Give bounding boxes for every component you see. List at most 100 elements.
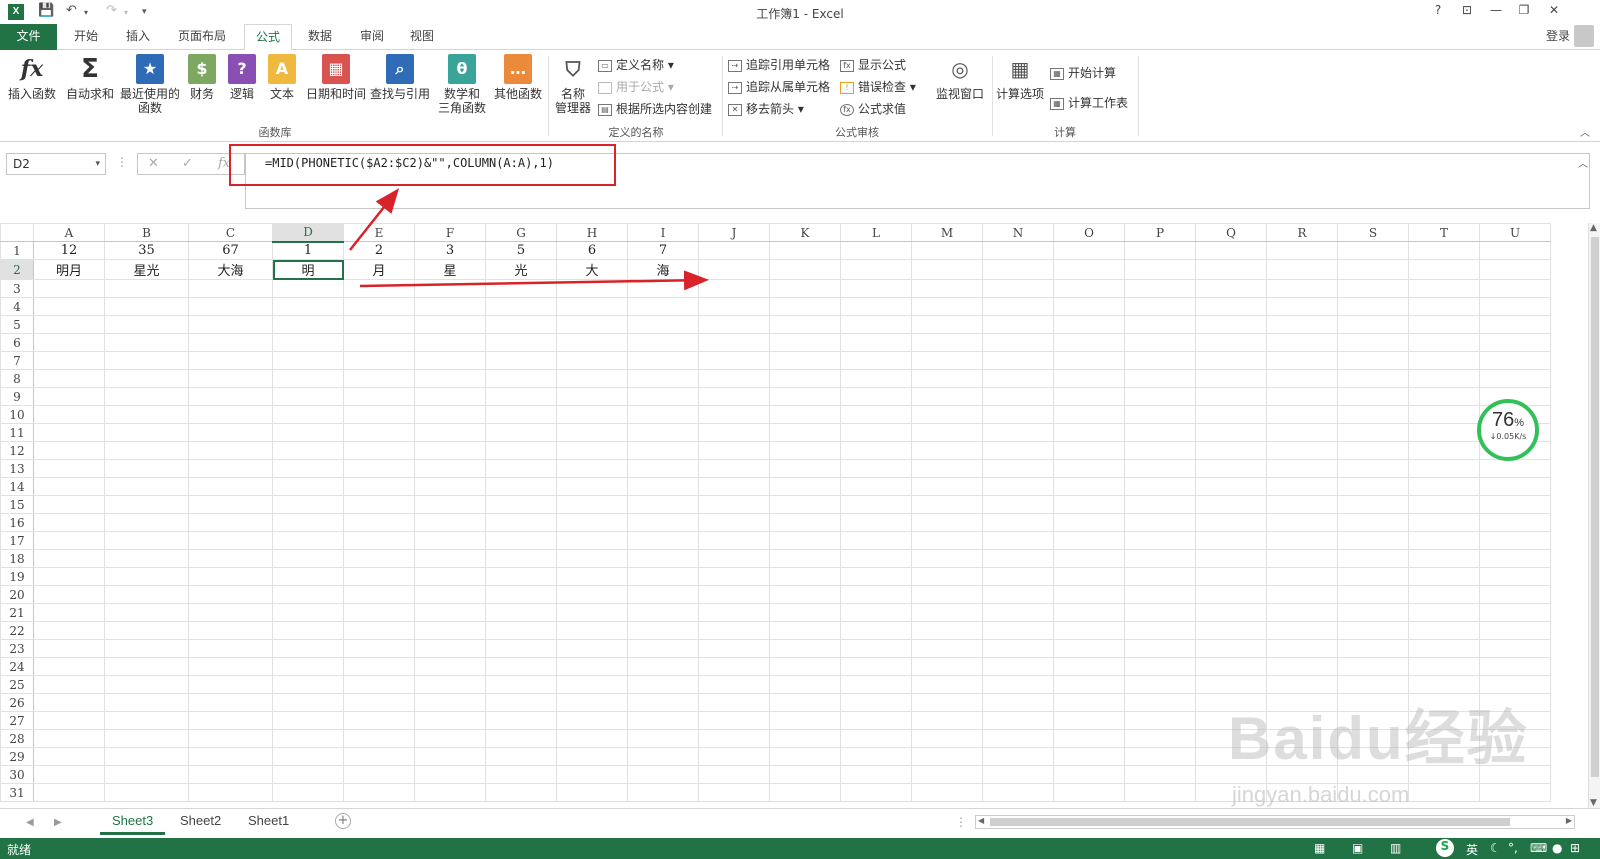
cell-M10[interactable] [911, 405, 983, 424]
maximize-button[interactable]: ❐ [1512, 3, 1536, 17]
cell-M19[interactable] [911, 567, 983, 586]
cell-A1[interactable]: 12 [33, 241, 105, 260]
cell-A19[interactable] [33, 567, 105, 586]
cell-Q2[interactable] [1195, 259, 1267, 280]
cell-S22[interactable] [1337, 621, 1409, 640]
cell-J13[interactable] [698, 459, 770, 478]
cell-J28[interactable] [698, 729, 770, 748]
cell-D14[interactable] [272, 477, 344, 496]
cell-F8[interactable] [414, 369, 486, 388]
cell-P24[interactable] [1124, 657, 1196, 676]
cell-B28[interactable] [104, 729, 189, 748]
cell-Q8[interactable] [1195, 369, 1267, 388]
cell-H8[interactable] [556, 369, 628, 388]
cell-D12[interactable] [272, 441, 344, 460]
cell-A30[interactable] [33, 765, 105, 784]
row-header[interactable]: 20 [0, 585, 34, 604]
cell-M12[interactable] [911, 441, 983, 460]
cell-S13[interactable] [1337, 459, 1409, 478]
cell-I20[interactable] [627, 585, 699, 604]
cell-D29[interactable] [272, 747, 344, 766]
cell-O20[interactable] [1053, 585, 1125, 604]
cell-P16[interactable] [1124, 513, 1196, 532]
cell-F29[interactable] [414, 747, 486, 766]
row-header[interactable]: 16 [0, 513, 34, 532]
cell-D11[interactable] [272, 423, 344, 442]
cell-D10[interactable] [272, 405, 344, 424]
cell-K21[interactable] [769, 603, 841, 622]
cell-D19[interactable] [272, 567, 344, 586]
cell-L3[interactable] [840, 279, 912, 298]
cell-C23[interactable] [188, 639, 273, 658]
scroll-up-icon[interactable]: ▲ [1590, 223, 1597, 233]
column-header[interactable]: R [1266, 223, 1338, 242]
horizontal-scrollbar[interactable]: ◀ ▶ [975, 815, 1575, 829]
cell-R13[interactable] [1266, 459, 1338, 478]
cell-N11[interactable] [982, 423, 1054, 442]
cell-G13[interactable] [485, 459, 557, 478]
cell-G12[interactable] [485, 441, 557, 460]
cell-E17[interactable] [343, 531, 415, 550]
cell-Q7[interactable] [1195, 351, 1267, 370]
cell-P4[interactable] [1124, 297, 1196, 316]
cell-J17[interactable] [698, 531, 770, 550]
cell-C11[interactable] [188, 423, 273, 442]
show-formulas-button[interactable]: fx 显示公式 [840, 56, 906, 73]
cell-U6[interactable] [1479, 333, 1551, 352]
cell-J15[interactable] [698, 495, 770, 514]
cell-E13[interactable] [343, 459, 415, 478]
cell-J23[interactable] [698, 639, 770, 658]
cell-A21[interactable] [33, 603, 105, 622]
cell-L2[interactable] [840, 259, 912, 280]
cell-D8[interactable] [272, 369, 344, 388]
cell-E5[interactable] [343, 315, 415, 334]
cell-O19[interactable] [1053, 567, 1125, 586]
cell-Q3[interactable] [1195, 279, 1267, 298]
cell-A3[interactable] [33, 279, 105, 298]
cell-S2[interactable] [1337, 259, 1409, 280]
watch-window-button[interactable]: ◎ 监视窗口 [932, 54, 988, 101]
collapse-ribbon-icon[interactable]: ︿ [1580, 124, 1590, 139]
cell-R19[interactable] [1266, 567, 1338, 586]
cell-P22[interactable] [1124, 621, 1196, 640]
cell-L14[interactable] [840, 477, 912, 496]
cell-E4[interactable] [343, 297, 415, 316]
sheet-tab-sheet2[interactable]: Sheet2 [168, 809, 233, 835]
cell-T1[interactable] [1408, 241, 1480, 260]
cell-P18[interactable] [1124, 549, 1196, 568]
cell-S17[interactable] [1337, 531, 1409, 550]
cell-I26[interactable] [627, 693, 699, 712]
cell-Q22[interactable] [1195, 621, 1267, 640]
cell-L25[interactable] [840, 675, 912, 694]
cell-F5[interactable] [414, 315, 486, 334]
cell-C22[interactable] [188, 621, 273, 640]
cell-T13[interactable] [1408, 459, 1480, 478]
cell-T31[interactable] [1408, 783, 1480, 802]
cell-J21[interactable] [698, 603, 770, 622]
cell-C15[interactable] [188, 495, 273, 514]
cell-D1[interactable]: 1 [272, 241, 344, 260]
cell-R18[interactable] [1266, 549, 1338, 568]
cell-A5[interactable] [33, 315, 105, 334]
cell-M2[interactable] [911, 259, 983, 280]
cell-M28[interactable] [911, 729, 983, 748]
cell-B14[interactable] [104, 477, 189, 496]
cell-J29[interactable] [698, 747, 770, 766]
cell-E29[interactable] [343, 747, 415, 766]
create-from-selection-button[interactable]: ▤ 根据所选内容创建 [598, 100, 712, 117]
row-header[interactable]: 30 [0, 765, 34, 784]
cell-R4[interactable] [1266, 297, 1338, 316]
cell-U21[interactable] [1479, 603, 1551, 622]
cell-E21[interactable] [343, 603, 415, 622]
cell-J3[interactable] [698, 279, 770, 298]
row-header[interactable]: 18 [0, 549, 34, 568]
cell-F3[interactable] [414, 279, 486, 298]
cell-I23[interactable] [627, 639, 699, 658]
cell-Q5[interactable] [1195, 315, 1267, 334]
row-header[interactable]: 21 [0, 603, 34, 622]
cell-K23[interactable] [769, 639, 841, 658]
cell-M4[interactable] [911, 297, 983, 316]
cell-E25[interactable] [343, 675, 415, 694]
cell-J20[interactable] [698, 585, 770, 604]
cell-R1[interactable] [1266, 241, 1338, 260]
